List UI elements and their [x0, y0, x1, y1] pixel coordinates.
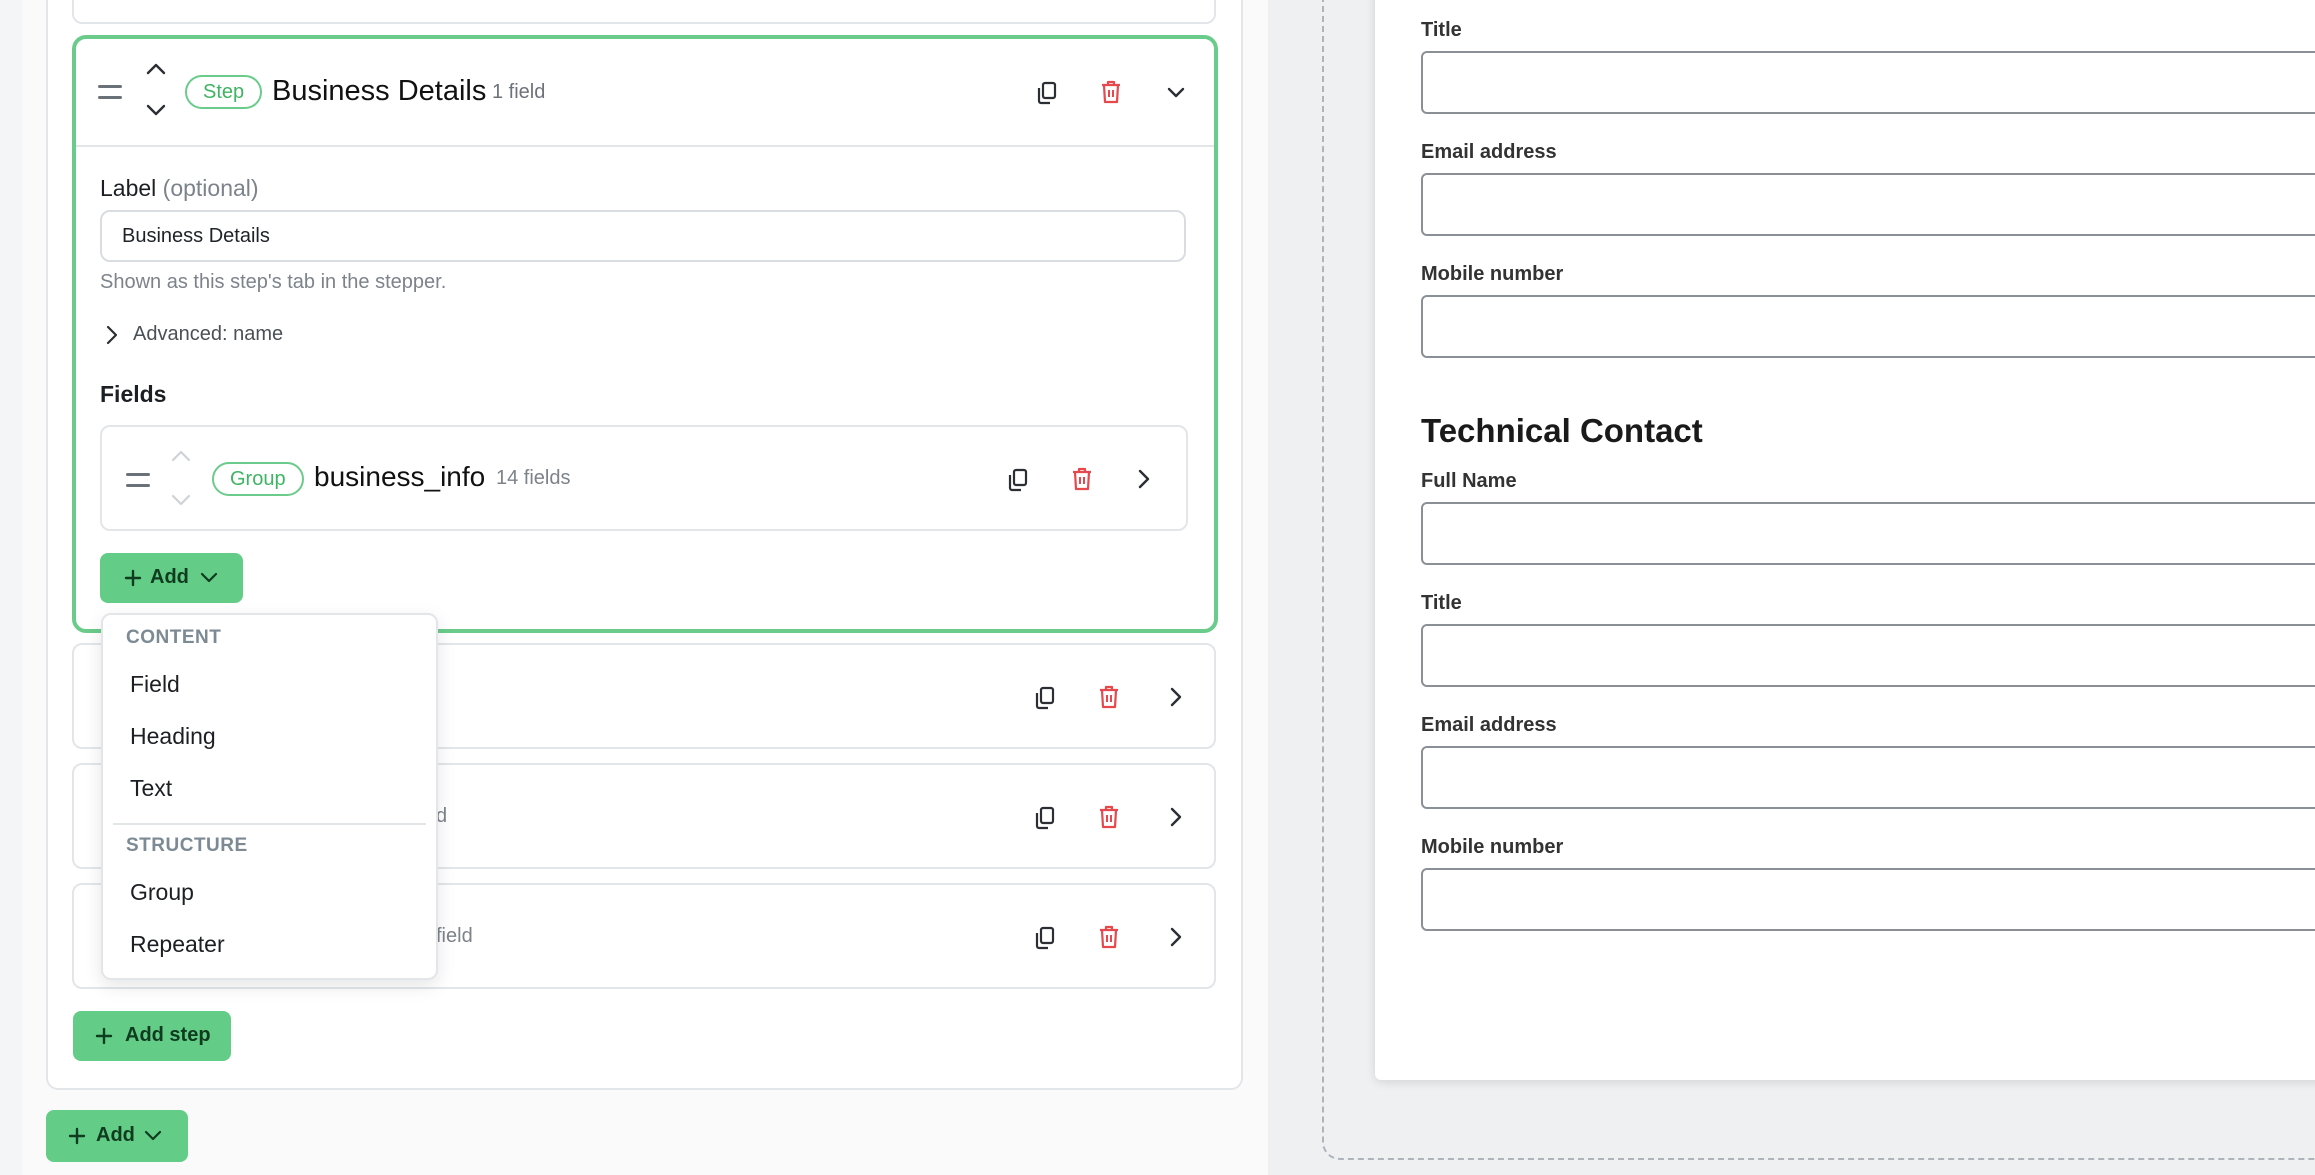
duplicate-icon[interactable] — [1034, 806, 1056, 830]
step-field-count: 1 field — [492, 81, 546, 103]
drag-handle-icon[interactable] — [126, 473, 150, 487]
step-field-count: field — [436, 925, 473, 947]
menu-item-field[interactable]: Field — [106, 661, 433, 707]
add-field-button[interactable]: Add — [100, 553, 243, 603]
preview-input-full-name[interactable] — [1421, 502, 2315, 565]
delete-icon[interactable] — [1100, 80, 1122, 104]
duplicate-icon[interactable] — [1007, 468, 1029, 492]
preview-label-full-name: Full Name — [1421, 470, 1517, 492]
preview-input-title[interactable] — [1421, 624, 2315, 687]
step-type-badge: Step — [185, 75, 263, 109]
add-step-label: Add step — [125, 1024, 211, 1046]
step-header[interactable]: Step Business Details 1 field — [76, 39, 1214, 147]
duplicate-icon[interactable] — [1034, 926, 1056, 950]
label-help-text: Shown as this step's tab in the stepper. — [100, 271, 447, 293]
delete-icon[interactable] — [1098, 685, 1120, 709]
preview-input-mobile[interactable] — [1421, 868, 2315, 931]
preview-label-title: Title — [1421, 592, 1462, 614]
step-label-input[interactable] — [100, 210, 1186, 262]
optional-hint: (optional) — [162, 175, 259, 201]
add-block-label: Add — [96, 1124, 135, 1146]
preview-input-email[interactable] — [1421, 746, 2315, 809]
chevron-right-icon[interactable] — [1138, 469, 1150, 489]
menu-item-text[interactable]: Text — [106, 765, 433, 811]
plus-icon — [68, 1127, 86, 1145]
move-up-icon — [170, 449, 192, 463]
move-down-icon[interactable] — [145, 103, 167, 117]
preview-label-title: Title — [1421, 19, 1462, 41]
chevron-right-icon[interactable] — [1170, 927, 1182, 947]
plus-icon — [124, 569, 142, 587]
fields-heading: Fields — [100, 381, 167, 407]
group-field-card[interactable]: Group business_info 14 fields — [100, 425, 1188, 531]
delete-icon[interactable] — [1071, 467, 1093, 491]
menu-item-repeater[interactable]: Repeater — [106, 921, 433, 967]
add-block-button[interactable]: Add — [46, 1110, 188, 1162]
step-card-business-details: Step Business Details 1 field Label (opt… — [72, 35, 1218, 633]
move-down-icon — [170, 493, 192, 507]
preview-label-email: Email address — [1421, 141, 1557, 163]
add-button-label: Add — [150, 566, 189, 588]
group-name: business_info — [314, 461, 486, 492]
plus-icon — [95, 1027, 113, 1045]
duplicate-icon[interactable] — [1034, 686, 1056, 710]
menu-divider — [113, 823, 426, 825]
chevron-right-icon[interactable] — [1170, 807, 1182, 827]
chevron-down-icon — [144, 1130, 162, 1142]
step-title: Business Details — [272, 75, 487, 107]
preview-input-email[interactable] — [1421, 173, 2315, 236]
chevron-down-icon — [200, 572, 218, 584]
menu-section-structure: STRUCTURE — [126, 835, 248, 856]
group-type-badge: Group — [212, 462, 304, 496]
preview-label-mobile: Mobile number — [1421, 836, 1564, 858]
add-step-button[interactable]: Add step — [73, 1011, 231, 1061]
chevron-right-icon[interactable] — [1170, 687, 1182, 707]
move-up-icon[interactable] — [145, 62, 167, 76]
advanced-name-toggle[interactable]: Advanced: name — [133, 323, 283, 346]
preview-input-title[interactable] — [1421, 51, 2315, 114]
drag-handle-icon[interactable] — [98, 85, 122, 99]
group-field-count: 14 fields — [496, 467, 571, 489]
collapse-chevron-icon[interactable] — [1166, 86, 1186, 100]
preview-section-heading: Technical Contact — [1421, 412, 1703, 449]
preview-input-mobile[interactable] — [1421, 295, 2315, 358]
previous-step-card[interactable] — [72, 0, 1216, 24]
menu-item-heading[interactable]: Heading — [106, 713, 433, 759]
preview-label-email: Email address — [1421, 714, 1557, 736]
preview-label-mobile: Mobile number — [1421, 263, 1564, 285]
delete-icon[interactable] — [1098, 805, 1120, 829]
menu-item-group[interactable]: Group — [106, 869, 433, 915]
menu-section-content: CONTENT — [126, 627, 222, 648]
duplicate-icon[interactable] — [1036, 81, 1058, 105]
label-field-label: Label (optional) — [100, 175, 259, 202]
add-menu-dropdown: CONTENT Field Heading Text STRUCTURE Gro… — [101, 613, 438, 980]
label-text: Label — [100, 175, 157, 201]
delete-icon[interactable] — [1098, 925, 1120, 949]
chevron-right-icon[interactable] — [106, 325, 118, 345]
